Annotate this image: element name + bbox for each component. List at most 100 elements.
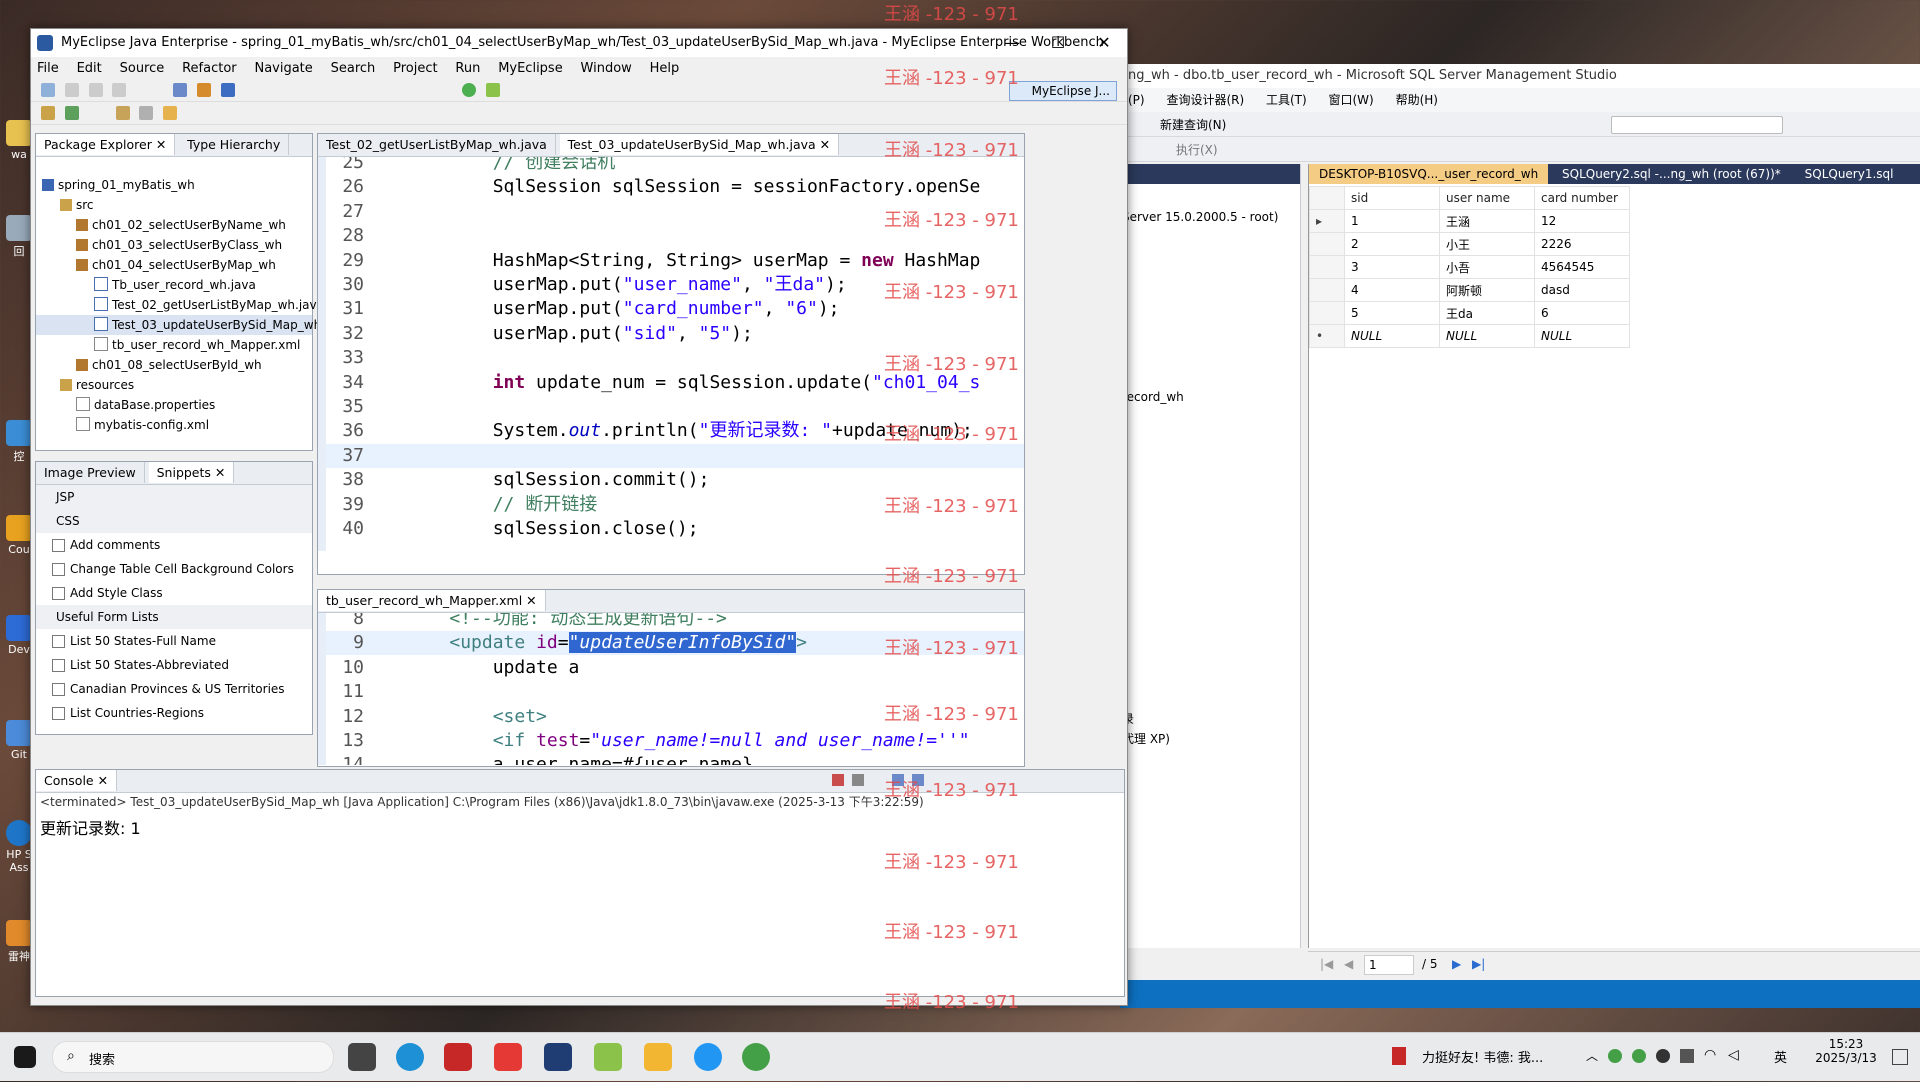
task-view-icon[interactable] bbox=[348, 1043, 376, 1071]
terminate-icon[interactable] bbox=[832, 774, 844, 786]
first-record-button[interactable]: |◀ bbox=[1320, 952, 1333, 976]
tree-item-package[interactable]: ch01_02_selectUserByName_wh bbox=[36, 215, 312, 235]
tab-type-hierarchy[interactable]: Type Hierarchy bbox=[179, 134, 290, 155]
open-folder-icon[interactable] bbox=[115, 106, 130, 120]
grid-cell[interactable]: 2 bbox=[1344, 232, 1440, 256]
tree-item-resources[interactable]: resources bbox=[36, 375, 312, 395]
ssms-menu-query-designer[interactable]: 查询设计器(R) bbox=[1166, 93, 1244, 107]
tray-chevron-icon[interactable]: ︿ bbox=[1586, 1047, 1598, 1064]
menu-file[interactable]: File bbox=[37, 61, 59, 76]
table-row[interactable]: 3 小吾 4564545 bbox=[1309, 255, 1630, 279]
refresh-icon[interactable] bbox=[64, 106, 79, 120]
perspective-myeclipse[interactable]: MyEclipse J... bbox=[1008, 81, 1117, 101]
column-header-card-number[interactable]: card number bbox=[1534, 186, 1630, 210]
debug-icon[interactable] bbox=[485, 83, 500, 97]
table-row-new[interactable]: • NULL NULL NULL bbox=[1309, 324, 1630, 348]
server-node[interactable]: Server 15.0.2000.5 - root) bbox=[1122, 210, 1278, 224]
volume-icon[interactable]: ◁ bbox=[1728, 1047, 1739, 1063]
close-button[interactable]: ✕ bbox=[1081, 29, 1127, 57]
ssms-menu-window[interactable]: 窗口(W) bbox=[1329, 93, 1374, 107]
ssms-database-select[interactable] bbox=[1611, 116, 1783, 134]
cloud-icon[interactable] bbox=[694, 1043, 722, 1071]
menu-help[interactable]: Help bbox=[650, 61, 680, 76]
table-row[interactable]: 2 小王 2226 bbox=[1309, 232, 1630, 256]
column-header-sid[interactable]: sid bbox=[1344, 186, 1440, 210]
tab-editor-test03[interactable]: Test_03_updateUserBySid_Map_wh.java ✕ bbox=[559, 134, 840, 155]
tray-battery-icon[interactable] bbox=[1680, 1049, 1694, 1063]
menu-refactor[interactable]: Refactor bbox=[182, 61, 237, 76]
grid-cell[interactable]: 2226 bbox=[1534, 232, 1630, 256]
tab-sqlquery1[interactable]: SQLQuery1.sql bbox=[1795, 164, 1904, 184]
grid-cell[interactable]: dasd bbox=[1534, 278, 1630, 302]
java-code-line[interactable]: 40 sqlSession.close(); bbox=[326, 517, 1024, 541]
snippet-category[interactable]: JSP bbox=[36, 485, 312, 509]
menu-edit[interactable]: Edit bbox=[77, 61, 102, 76]
tree-item-java-file[interactable]: Tb_user_record_wh.java bbox=[36, 275, 312, 295]
menu-project[interactable]: Project bbox=[393, 61, 437, 76]
tab-snippets[interactable]: Snippets ✕ bbox=[148, 462, 235, 483]
deploy-icon[interactable] bbox=[220, 83, 235, 97]
snippet-item[interactable]: List Countries-Regions bbox=[36, 701, 312, 725]
snippet-item[interactable]: Add comments bbox=[36, 533, 312, 557]
tray-wechat-icon[interactable] bbox=[1608, 1049, 1622, 1063]
tray-app-icon[interactable] bbox=[1632, 1049, 1646, 1063]
ssms-menu-tools[interactable]: 工具(T) bbox=[1266, 93, 1307, 107]
grid-cell[interactable]: NULL bbox=[1534, 324, 1630, 348]
grid-cell[interactable]: 4564545 bbox=[1534, 255, 1630, 279]
back-icon[interactable] bbox=[139, 106, 154, 120]
ssms-menu-help[interactable]: 帮助(H) bbox=[1396, 93, 1438, 107]
table-node[interactable]: record_wh bbox=[1122, 390, 1184, 404]
news-text[interactable]: 力挺好友! 韦德: 我... bbox=[1422, 1047, 1543, 1066]
edge-icon[interactable] bbox=[396, 1043, 424, 1071]
tree-item-package[interactable]: ch01_08_selectUserById_wh bbox=[36, 355, 312, 375]
snippet-category[interactable]: Useful Form Lists bbox=[36, 605, 312, 629]
save-all-icon[interactable] bbox=[88, 83, 103, 97]
minimize-button[interactable]: — bbox=[989, 29, 1035, 57]
grid-cell[interactable]: 阿斯顿 bbox=[1439, 278, 1535, 302]
row-selector[interactable] bbox=[1309, 278, 1345, 302]
tree-item-xml-file[interactable]: mybatis-config.xml bbox=[36, 415, 312, 435]
java-code-line[interactable]: 32 userMap.put("sid", "5"); bbox=[326, 322, 1024, 346]
tray-app2-icon[interactable] bbox=[1656, 1049, 1670, 1063]
java-code-line[interactable]: 38 sqlSession.commit(); bbox=[326, 468, 1024, 492]
xml-code-line[interactable]: 13 <if test="user_name!=null and user_na… bbox=[326, 729, 1024, 753]
java-code-line[interactable]: 37 bbox=[326, 443, 1024, 468]
menu-myeclipse[interactable]: MyEclipse bbox=[498, 61, 563, 76]
new-query-button[interactable]: 新建查询(N) bbox=[1160, 116, 1226, 133]
myeclipse-icon[interactable] bbox=[544, 1043, 572, 1071]
tree-item-package[interactable]: ch01_04_selectUserByMap_wh bbox=[36, 255, 312, 275]
table-row[interactable]: 5 王da 6 bbox=[1309, 301, 1630, 325]
last-record-button[interactable]: ▶| bbox=[1472, 952, 1485, 976]
wifi-icon[interactable]: ◠ bbox=[1704, 1047, 1716, 1063]
grid-cell[interactable]: 小吾 bbox=[1439, 255, 1535, 279]
row-selector[interactable] bbox=[1309, 301, 1345, 325]
save-icon[interactable] bbox=[64, 83, 79, 97]
tab-sqlquery2[interactable]: SQLQuery2.sql -...ng_wh (root (67))* bbox=[1552, 164, 1791, 184]
tree-item-src[interactable]: src bbox=[36, 195, 312, 215]
java-code-line[interactable]: 29 HashMap<String, String> userMap = new… bbox=[326, 249, 1024, 273]
row-selector[interactable]: ▸ bbox=[1309, 209, 1345, 233]
forward-icon[interactable] bbox=[163, 106, 178, 120]
xml-code-line[interactable]: 8 <!--功能: 动态生成更新语句--> bbox=[326, 613, 1024, 631]
tab-package-explorer[interactable]: Package Explorer ✕ bbox=[36, 134, 176, 155]
execute-button[interactable]: 执行(X) bbox=[1176, 141, 1218, 158]
tree-item-xml-file[interactable]: tb_user_record_wh_Mapper.xml bbox=[36, 335, 312, 355]
maximize-button[interactable]: ☐ bbox=[1035, 29, 1081, 57]
java-code-line[interactable]: 35 bbox=[326, 395, 1024, 419]
new-project-icon[interactable] bbox=[173, 83, 188, 97]
grid-cell[interactable]: 12 bbox=[1534, 209, 1630, 233]
run-icon[interactable] bbox=[461, 83, 476, 97]
grid-cell[interactable]: 王涵 bbox=[1439, 209, 1535, 233]
row-selector[interactable] bbox=[1309, 255, 1345, 279]
snippet-item[interactable]: Change Table Cell Background Colors bbox=[36, 557, 312, 581]
tree-item-package[interactable]: ch01_03_selectUserByClass_wh bbox=[36, 235, 312, 255]
grid-cell[interactable]: 5 bbox=[1344, 301, 1440, 325]
record-number-input[interactable]: 1 bbox=[1364, 955, 1414, 975]
file-explorer-icon[interactable] bbox=[644, 1043, 672, 1071]
windows-start-icon[interactable] bbox=[14, 1046, 36, 1068]
tab-console[interactable]: Console ✕ bbox=[36, 770, 118, 791]
snippet-item[interactable]: Canadian Provinces & US Territories bbox=[36, 677, 312, 701]
table-row[interactable]: ▸ 1 王涵 12 bbox=[1309, 209, 1630, 233]
grid-cell[interactable]: 王da bbox=[1439, 301, 1535, 325]
row-selector[interactable]: • bbox=[1309, 324, 1345, 348]
